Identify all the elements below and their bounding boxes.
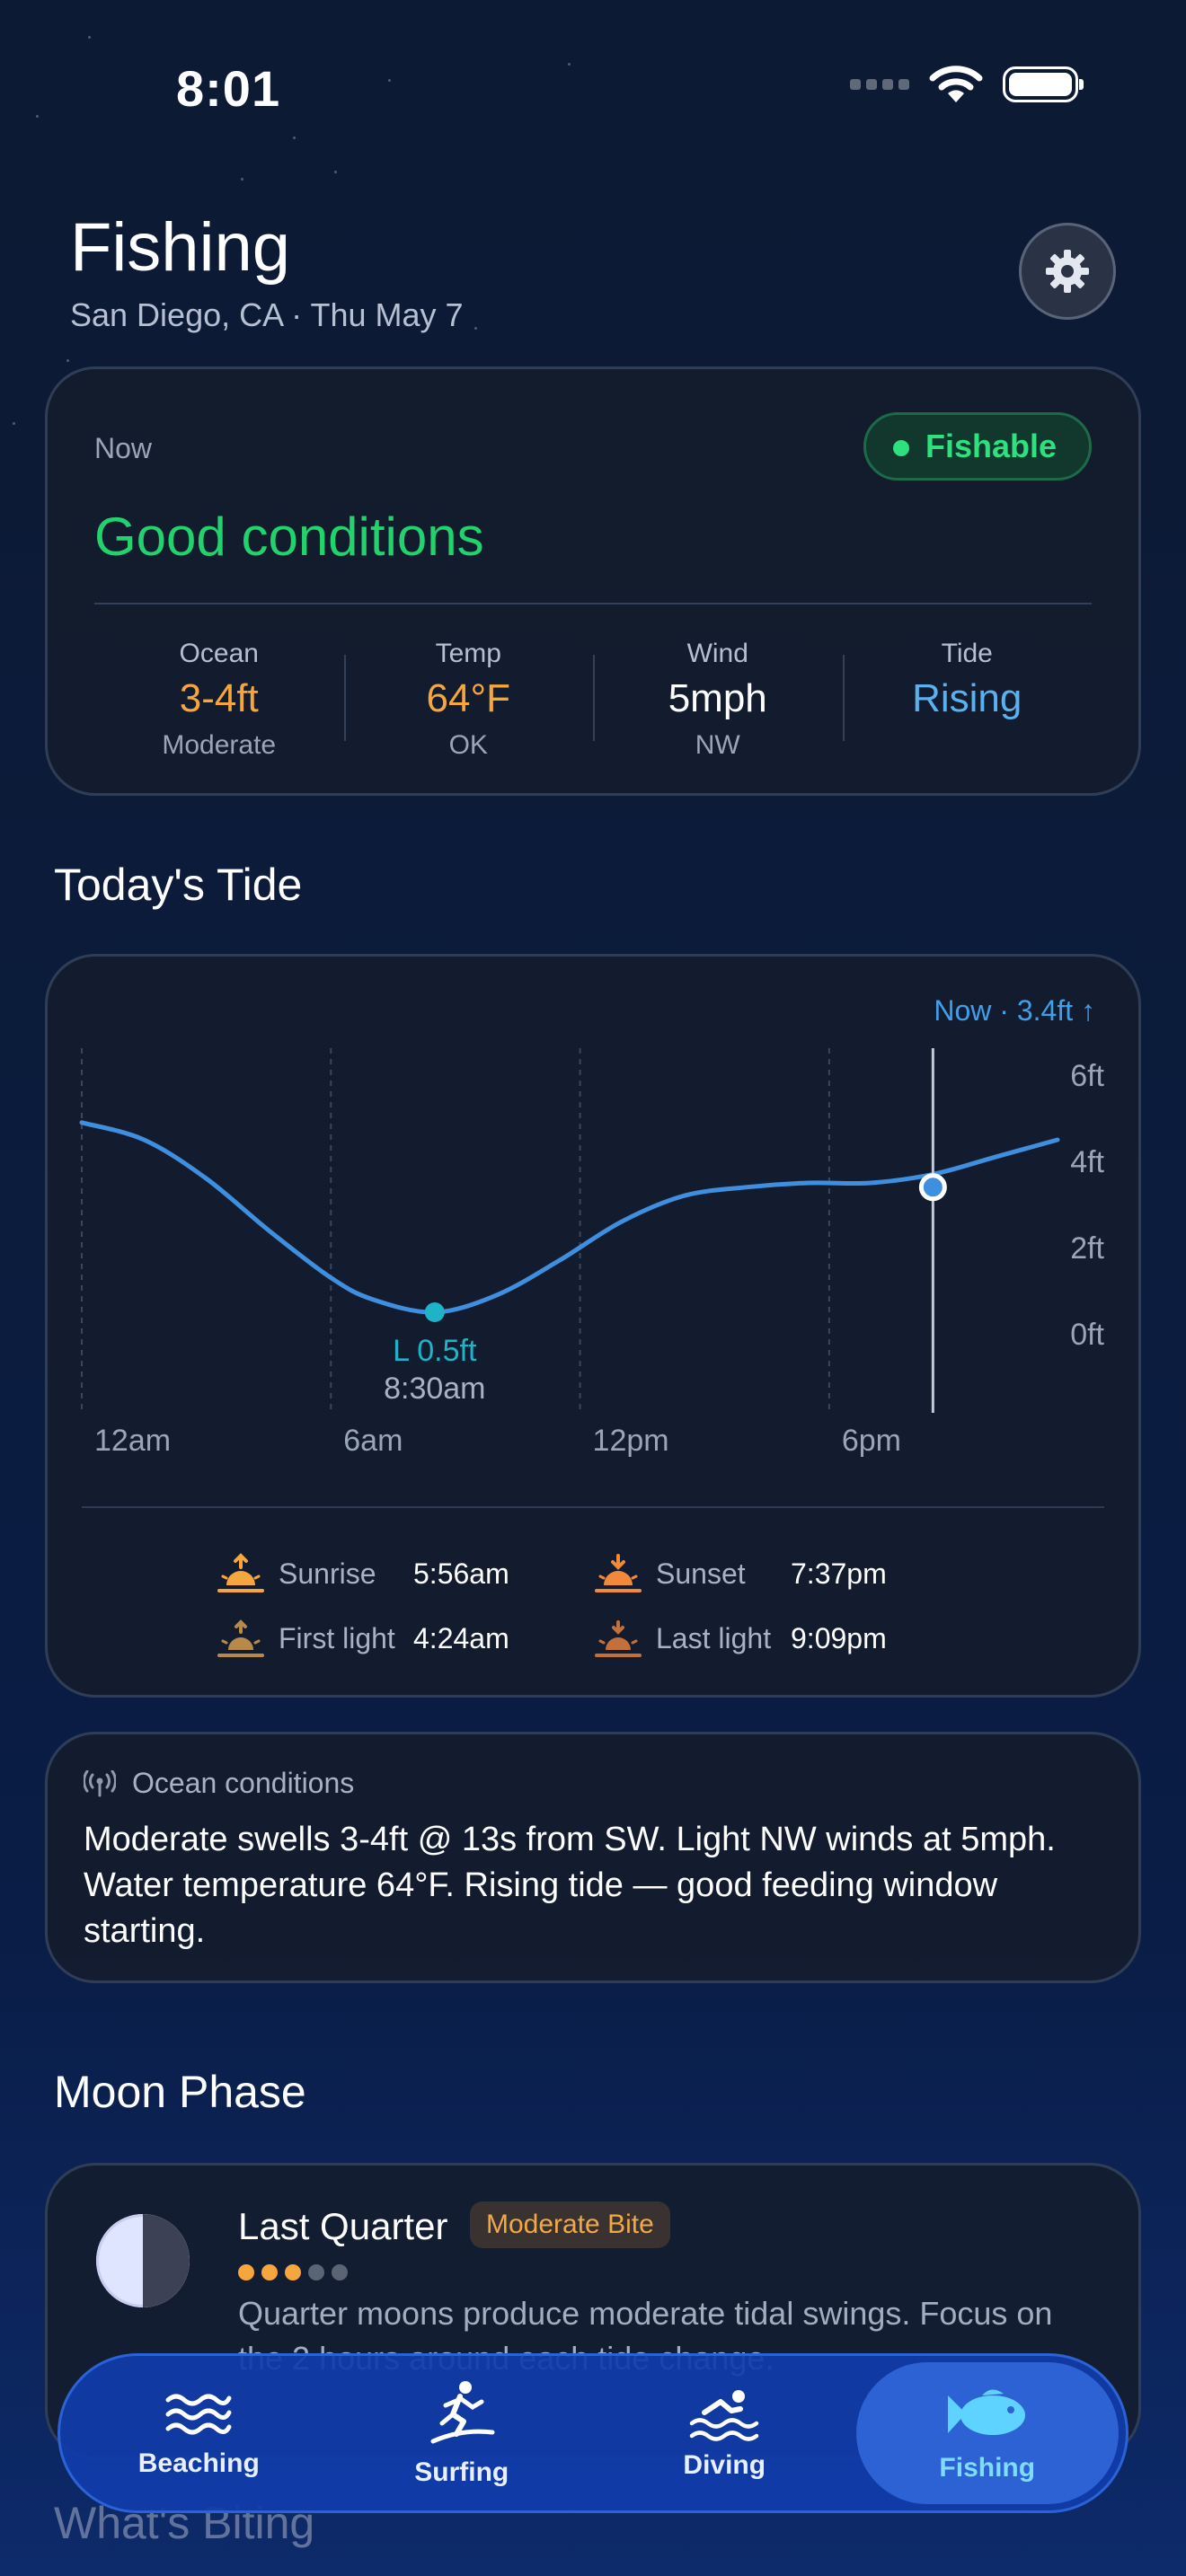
bite-dot xyxy=(285,2264,301,2280)
sunset-icon xyxy=(595,1554,642,1592)
tab-beaching[interactable]: Beaching xyxy=(67,2362,331,2504)
stats-row: Ocean 3-4ft Moderate Temp 64°F OK Wind 5… xyxy=(94,639,1092,761)
sun-row-2: First light 4:24am Last light 9:09pm xyxy=(48,1618,1138,1659)
tab-label: Diving xyxy=(683,2450,766,2480)
x-tick-label: 6am xyxy=(343,1424,403,1458)
condition-summary: Good conditions xyxy=(94,507,484,567)
tab-diving[interactable]: Diving xyxy=(593,2362,856,2504)
sun-row-1: Sunrise 5:56am Sunset 7:37pm xyxy=(48,1553,1138,1594)
tide-chart: 12am 6am 12pm 6pm 6ft 4ft 2ft 0ft L 0.5ft 8:30am xyxy=(79,1048,1105,1458)
sunset-value: 7:37pm xyxy=(791,1557,887,1590)
bite-dot xyxy=(238,2264,254,2280)
tide-section-title: Today's Tide xyxy=(54,860,303,910)
stat-label: Temp xyxy=(435,639,501,668)
bite-rating xyxy=(238,2264,348,2280)
now-label: Now xyxy=(94,432,153,464)
stat-label: Ocean xyxy=(179,639,259,668)
swimmer-icon xyxy=(690,2390,759,2441)
stat-ocean: Ocean 3-4ft Moderate xyxy=(94,639,344,761)
chart-divider xyxy=(82,1506,1104,1508)
status-icons xyxy=(850,65,1084,104)
sunset-label: Sunset xyxy=(656,1557,746,1590)
y-tick-label: 2ft xyxy=(1070,1231,1104,1266)
wifi-icon xyxy=(929,66,983,102)
fishable-badge: Fishable xyxy=(863,412,1092,481)
divider xyxy=(94,603,1092,604)
status-time: 8:01 xyxy=(176,60,281,117)
last-light-value: 9:09pm xyxy=(791,1621,887,1654)
bite-badge: Moderate Bite xyxy=(470,2201,670,2248)
low-tide-time: 8:30am xyxy=(384,1372,485,1406)
now-marker-point xyxy=(918,1173,947,1202)
bottom-tab-bar: Beaching Surfing Diving Fishing xyxy=(58,2353,1128,2513)
stat-label: Wind xyxy=(686,639,748,668)
x-tick-label: 6pm xyxy=(842,1424,901,1458)
y-tick-label: 6ft xyxy=(1070,1059,1104,1093)
tab-surfing[interactable]: Surfing xyxy=(331,2362,594,2504)
cellular-signal-icon xyxy=(850,79,909,90)
stat-label: Tide xyxy=(941,639,993,668)
first-light-label: First light xyxy=(279,1621,395,1654)
sunrise-label: Sunrise xyxy=(279,1557,376,1590)
tab-label: Surfing xyxy=(414,2457,509,2487)
sunset-item: Sunset 7:37pm xyxy=(593,1553,970,1594)
stat-value: 3-4ft xyxy=(179,676,259,720)
stat-sub: Moderate xyxy=(162,730,277,760)
stat-temp: Temp 64°F OK xyxy=(343,639,594,761)
stat-value: 5mph xyxy=(668,676,767,720)
page-subtitle: San Diego, CA · Thu May 7 xyxy=(70,296,464,333)
battery-icon xyxy=(1003,66,1084,102)
first-light-value: 4:24am xyxy=(413,1621,509,1654)
tide-card: Now · 3.4ft ↑ 12am 6am 12pm 6pm 6ft 4ft 2ft 0ft… xyxy=(45,954,1141,1698)
settings-button[interactable] xyxy=(1019,223,1116,320)
tab-fishing[interactable]: Fishing xyxy=(855,2362,1119,2504)
antenna-icon xyxy=(84,1769,116,1796)
first-light-icon xyxy=(217,1619,264,1657)
first-light-item: First light 4:24am xyxy=(216,1618,593,1659)
surfer-icon xyxy=(430,2381,495,2444)
last-quarter-moon-icon xyxy=(96,2214,190,2307)
ocean-conditions-header: Ocean conditions xyxy=(84,1767,354,1800)
x-tick-label: 12am xyxy=(94,1424,171,1458)
stat-wind: Wind 5mph NW xyxy=(593,639,843,761)
y-tick-label: 4ft xyxy=(1070,1145,1104,1179)
tab-label: Fishing xyxy=(939,2453,1036,2483)
last-light-label: Last light xyxy=(656,1621,772,1654)
low-tide-label: L 0.5ft xyxy=(393,1334,477,1368)
sunrise-item: Sunrise 5:56am xyxy=(216,1553,593,1594)
stat-sub: NW xyxy=(695,730,740,760)
tide-line xyxy=(79,1120,1060,1315)
stat-tide: Tide Rising xyxy=(842,639,1093,761)
y-tick-label: 0ft xyxy=(1070,1318,1104,1352)
stat-value: 64°F xyxy=(426,676,510,720)
x-tick-label: 12pm xyxy=(593,1424,669,1458)
page-title: Fishing xyxy=(70,209,290,286)
bite-dot xyxy=(308,2264,324,2280)
bite-dot xyxy=(261,2264,278,2280)
stat-value: Rising xyxy=(912,676,1022,720)
moon-phase-name: Last Quarter xyxy=(238,2205,448,2247)
low-tide-point xyxy=(424,1302,445,1322)
last-light-icon xyxy=(595,1620,642,1657)
stat-sub: OK xyxy=(448,730,488,760)
conditions-card: Now Fishable Good conditions Ocean 3-4ft… xyxy=(45,366,1141,796)
gear-icon xyxy=(1046,250,1089,293)
tab-label: Beaching xyxy=(137,2448,260,2478)
last-light-item: Last light 9:09pm xyxy=(593,1618,970,1659)
waves-icon xyxy=(165,2394,232,2435)
sunrise-value: 5:56am xyxy=(413,1557,509,1590)
fish-icon xyxy=(947,2389,1025,2435)
bite-dot xyxy=(332,2264,348,2280)
sunrise-icon xyxy=(217,1553,264,1592)
ocean-conditions-title: Ocean conditions xyxy=(132,1767,355,1799)
ocean-conditions-card: Ocean conditions Moderate swells 3-4ft @… xyxy=(45,1732,1141,1983)
moon-section-title: Moon Phase xyxy=(54,2067,306,2117)
ocean-conditions-text: Moderate swells 3-4ft @ 13s from SW. Lig… xyxy=(84,1821,1056,1950)
